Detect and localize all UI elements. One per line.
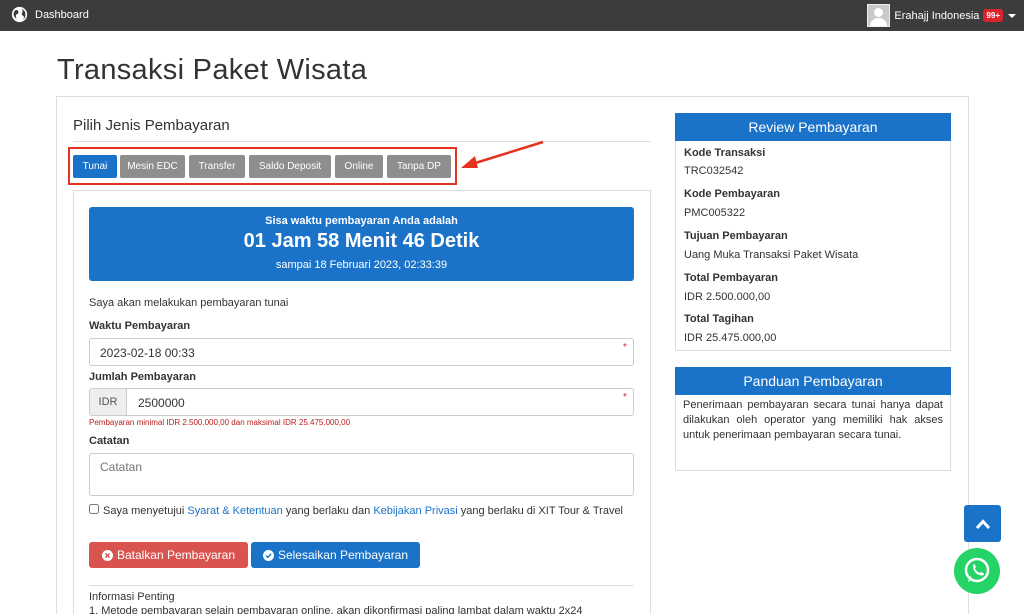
privacy-link[interactable]: Kebijakan Privasi [373, 505, 457, 517]
review-key: Tujuan Pembayaran [684, 230, 788, 242]
review-value: PMC005322 [684, 207, 746, 219]
payment-time-field[interactable]: 2023-02-18 00:33 [89, 338, 634, 366]
agree-suffix: yang berlaku di XIT Tour & Travel [460, 505, 623, 517]
review-key: Total Tagihan [684, 313, 754, 325]
review-key: Kode Transaksi [684, 147, 766, 159]
required-marker: * [623, 392, 627, 403]
info-line: 1. Metode pembayaran selain pembayaran o… [89, 605, 583, 614]
brand-link[interactable]: Dashboard [11, 6, 89, 23]
amount-field[interactable]: IDR 2500000 [89, 388, 634, 416]
countdown-heading: Sisa waktu pembayaran Anda adalah [265, 215, 458, 227]
note-textarea[interactable] [89, 453, 634, 496]
review-key: Kode Pembayaran [684, 188, 780, 200]
countdown-value: 01 Jam 58 Menit 46 Detik [243, 230, 480, 252]
guide-title: Panduan Pembayaran [675, 367, 951, 395]
scroll-top-button[interactable] [964, 505, 1001, 542]
terms-link[interactable]: Syarat & Ketentuan [187, 505, 282, 517]
time-label: Waktu Pembayaran [89, 320, 191, 332]
amount-hint: Pembayaran minimal IDR 2.500.000,00 dan … [89, 418, 351, 427]
agree-checkbox[interactable] [89, 504, 99, 514]
agree-prefix: Saya menyetujui [103, 505, 185, 517]
transaction-code-link[interactable]: TRC032542 [684, 165, 743, 177]
check-circle-icon [262, 549, 274, 561]
annotation-arrow-icon [461, 140, 544, 168]
chevron-up-icon [975, 518, 990, 529]
currency-addon: IDR [90, 389, 127, 415]
required-marker: * [623, 342, 627, 353]
review-value: IDR 25.475.000,00 [684, 332, 777, 344]
countdown-box: Sisa waktu pembayaran Anda adalah 01 Jam… [89, 207, 634, 281]
user-name: Erahajj Indonesia [894, 9, 980, 22]
tab-tunai[interactable]: Tunai [73, 155, 117, 178]
review-value: IDR 2.500.000,00 [684, 291, 771, 303]
caret-down-icon [1008, 13, 1016, 18]
tab-online[interactable]: Online [335, 155, 383, 178]
amount-value: 2500000 [138, 396, 185, 410]
whatsapp-button[interactable] [954, 548, 1000, 594]
guide-text: Penerimaan pembayaran secara tunai hanya… [683, 399, 943, 441]
tab-transfer[interactable]: Transfer [189, 155, 245, 178]
avatar [867, 4, 891, 27]
payment-time-value: 2023-02-18 00:33 [100, 346, 195, 360]
tab-saldo-deposit[interactable]: Saldo Deposit [249, 155, 331, 178]
finish-payment-label: Selesaikan Pembayaran [277, 548, 409, 562]
review-value: Uang Muka Transaksi Paket Wisata [684, 249, 859, 261]
page-title: Transaksi Paket Wisata [57, 54, 368, 86]
divider [89, 585, 634, 586]
info-title: Informasi Penting [89, 591, 175, 603]
review-title: Review Pembayaran [675, 113, 951, 141]
tab-mesin-edc[interactable]: Mesin EDC [120, 155, 185, 178]
user-menu[interactable]: Erahajj Indonesia 99+ [867, 4, 1016, 27]
amount-label: Jumlah Pembayaran [89, 371, 196, 383]
agree-mid: yang berlaku dan [285, 505, 371, 517]
tab-tanpa-dp[interactable]: Tanpa DP [387, 155, 451, 178]
top-navbar: Dashboard Erahajj Indonesia 99+ [0, 0, 1024, 31]
cancel-payment-button[interactable]: Batalkan Pembayaran [89, 542, 248, 568]
brand-label: Dashboard [35, 8, 89, 21]
whatsapp-icon [964, 557, 990, 583]
cancel-payment-label: Batalkan Pembayaran [116, 548, 236, 562]
note-label: Catatan [89, 435, 130, 447]
times-circle-icon [101, 549, 113, 561]
section-title: Pilih Jenis Pembayaran [73, 117, 230, 134]
divider [73, 141, 651, 142]
review-key: Total Pembayaran [684, 272, 778, 284]
payment-intro: Saya akan melakukan pembayaran tunai [89, 297, 289, 309]
globe-icon [11, 6, 28, 23]
finish-payment-button[interactable]: Selesaikan Pembayaran [251, 542, 420, 568]
notification-badge: 99+ [983, 9, 1003, 22]
agreement-text: Saya menyetujui Syarat & Ketentuan yang … [103, 504, 628, 519]
countdown-deadline: sampai 18 Februari 2023, 02:33:39 [275, 259, 448, 271]
